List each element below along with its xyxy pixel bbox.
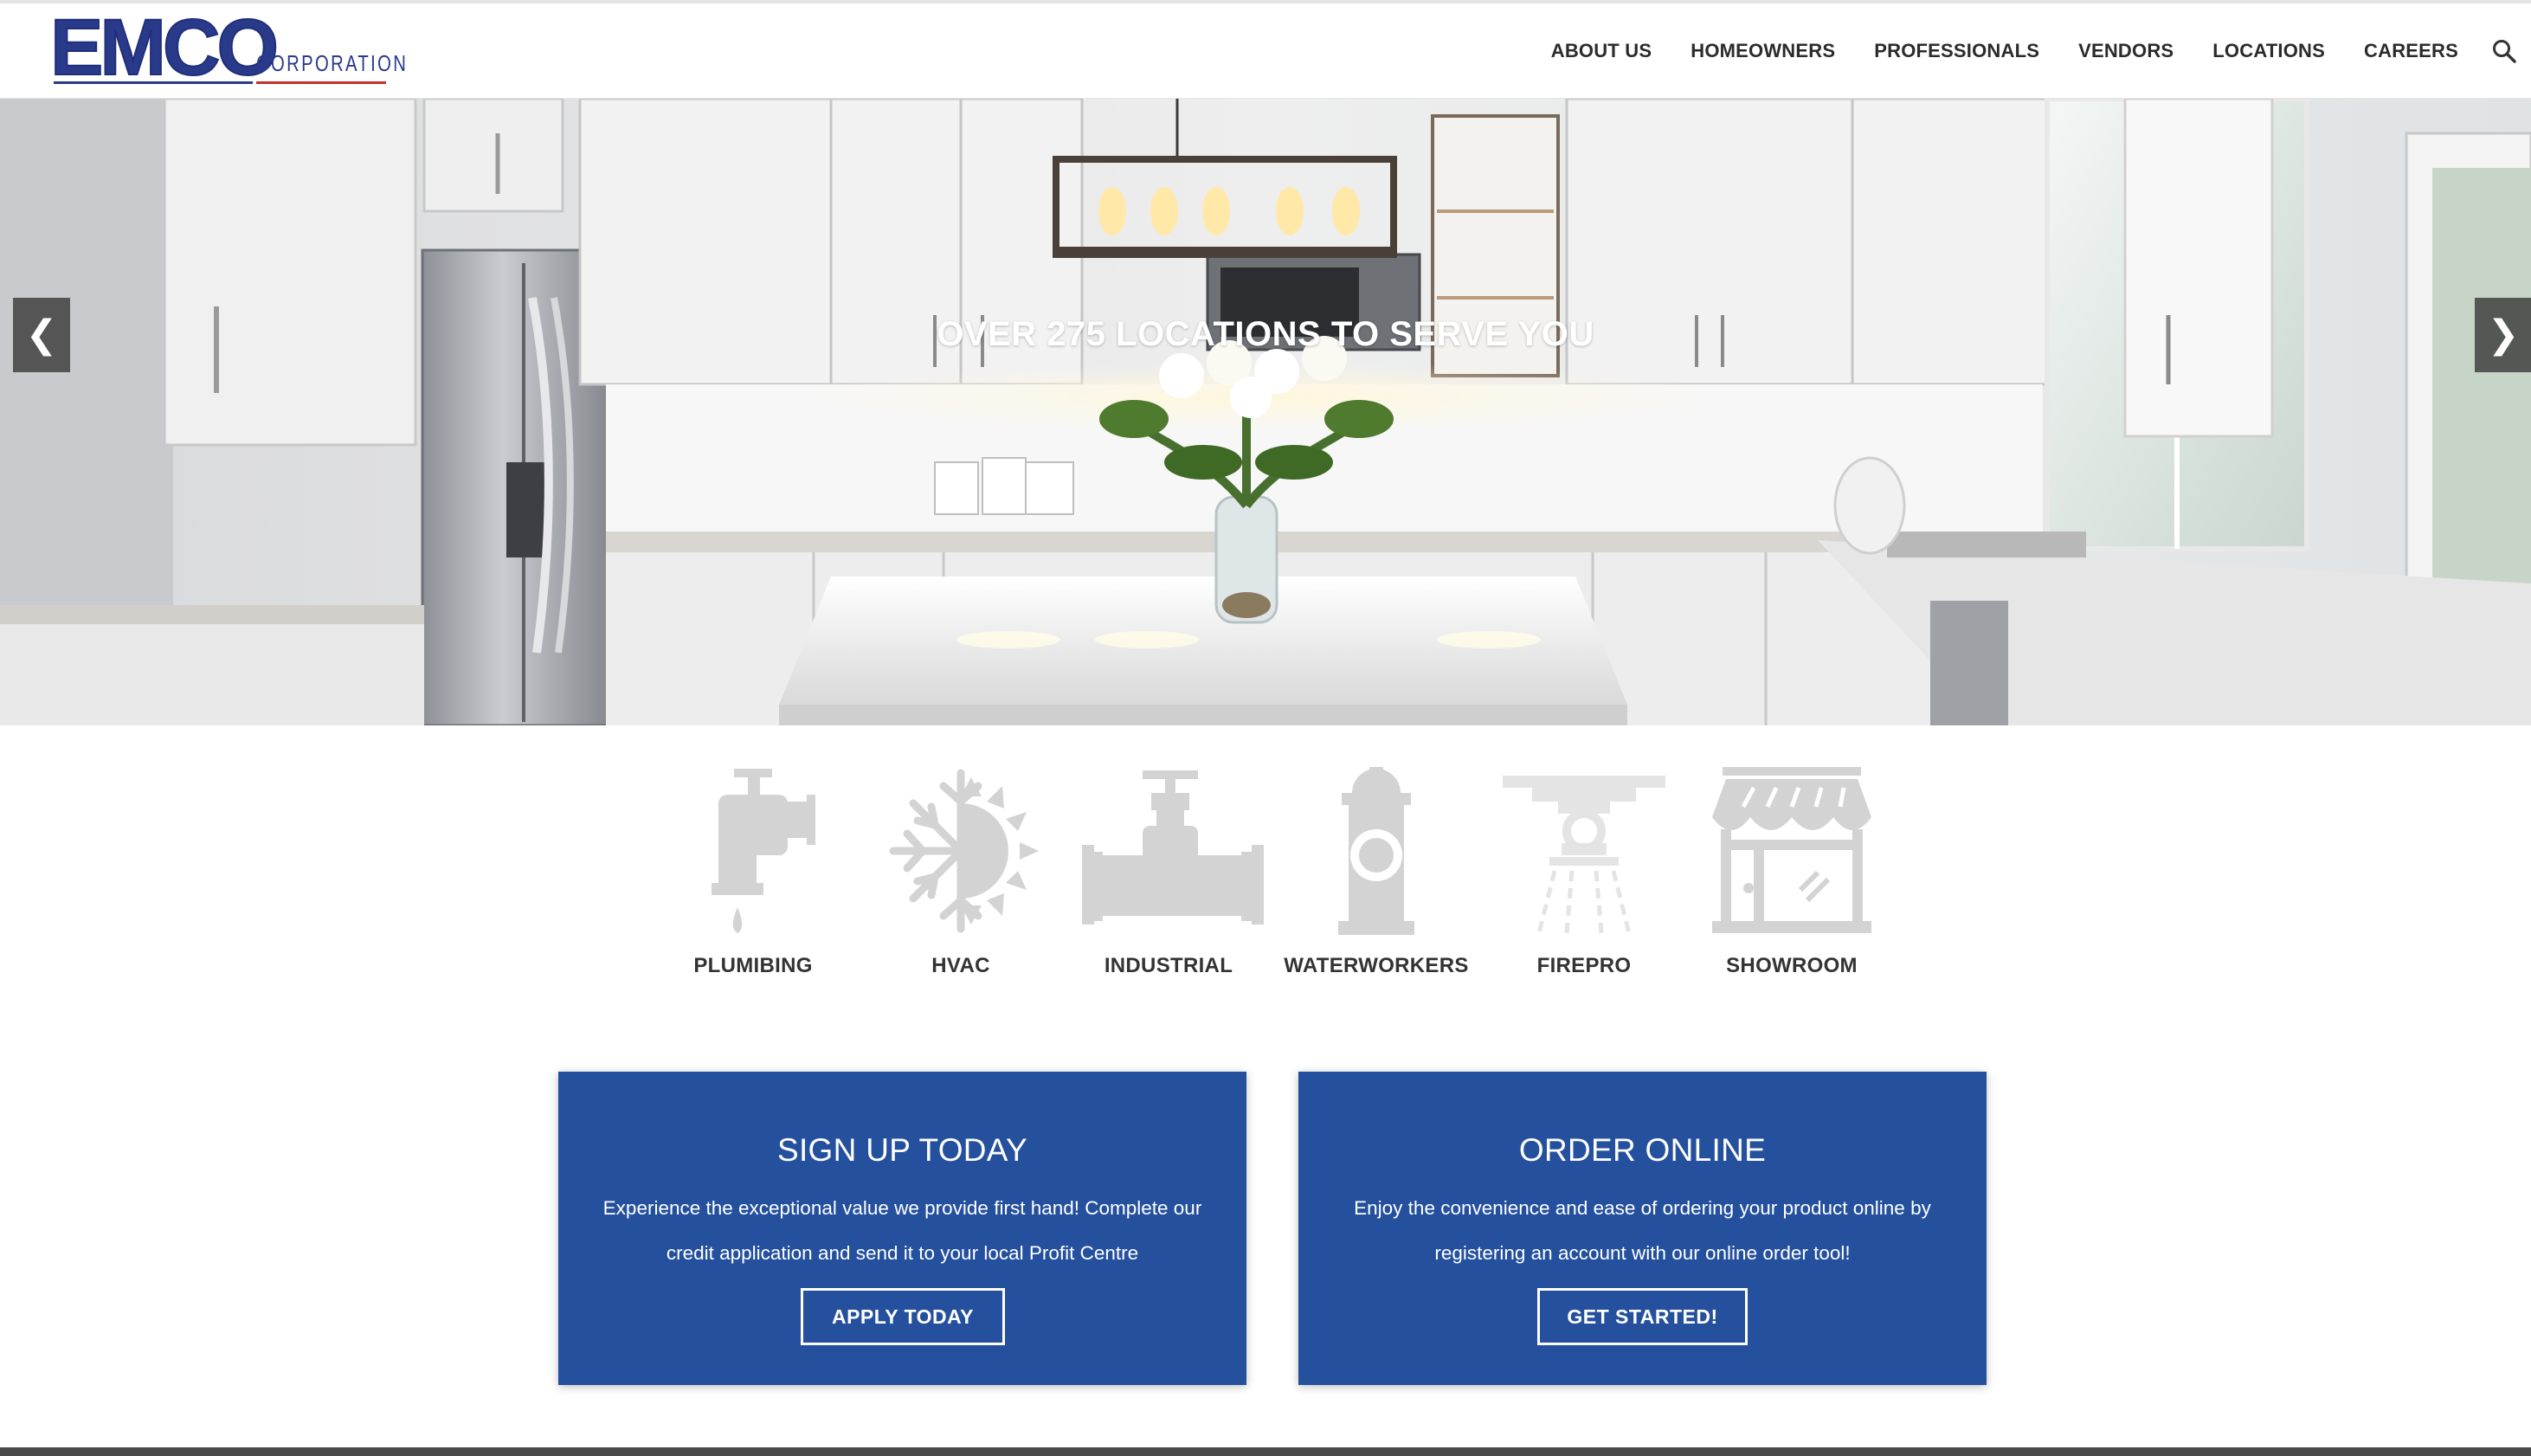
hero-caption: OVER 275 LOCATIONS TO SERVE YOU (937, 315, 1594, 353)
nav-about-us[interactable]: ABOUT US (1551, 40, 1652, 62)
category-label: FIREPRO (1536, 954, 1632, 977)
apply-today-button[interactable]: APPLY TODAY (801, 1288, 1005, 1345)
category-label: PLUMIBING (693, 954, 813, 977)
order-card-title: ORDER ONLINE (1518, 1132, 1767, 1168)
category-label: HVAC (931, 954, 990, 977)
category-waterworkers[interactable]: WATERWORKERS (1272, 753, 1480, 987)
slider-prev-button[interactable]: ❮ (13, 298, 70, 372)
category-label: INDUSTRIAL (1104, 954, 1233, 977)
next-section-edge (0, 1447, 2531, 1456)
category-firepro[interactable]: FIREPRO (1480, 753, 1688, 987)
signup-card-title: SIGN UP TODAY (776, 1132, 1028, 1168)
hero-slider: OVER 275 LOCATIONS TO SERVE YOU ❮ ❯ (0, 99, 2531, 725)
nav-homeowners[interactable]: HOMEOWNERS (1691, 40, 1835, 62)
category-label: SHOWROOM (1726, 954, 1858, 977)
fire-hydrant-icon (1338, 767, 1414, 935)
category-plumbing[interactable]: PLUMIBING (649, 753, 857, 987)
category-icons: PLUMIBING HVAC INDUSTRIAL WATERWORKERS F… (649, 753, 1896, 987)
category-hvac[interactable]: HVAC (857, 753, 1065, 987)
emco-logo[interactable]: EMCO CORPORATION (49, 3, 406, 92)
site-header: EMCO CORPORATION ABOUT US HOMEOWNERS PRO… (0, 3, 2531, 99)
category-industrial[interactable]: INDUSTRIAL (1065, 753, 1272, 987)
hero-kitchen-image (0, 99, 2531, 725)
nav-professionals[interactable]: PROFESSIONALS (1874, 40, 2039, 62)
logo-subtitle: CORPORATION (256, 50, 409, 76)
logo-underline-red (256, 81, 386, 84)
main-nav: ABOUT US HOMEOWNERS PROFESSIONALS VENDOR… (1512, 3, 2458, 99)
logo-wordmark: EMCO (49, 3, 280, 92)
category-label: WATERWORKERS (1284, 954, 1469, 977)
logo-underline-blue (54, 81, 253, 84)
slider-next-button[interactable]: ❯ (2475, 298, 2531, 372)
nav-locations[interactable]: LOCATIONS (2212, 40, 2325, 62)
nav-careers[interactable]: CAREERS (2364, 40, 2458, 62)
nav-vendors[interactable]: VENDORS (2078, 40, 2174, 62)
order-online-card: ORDER ONLINE Enjoy the convenience and e… (1298, 1072, 1987, 1385)
category-showroom[interactable]: SHOWROOM (1688, 753, 1896, 987)
faucet-icon (712, 769, 815, 933)
order-card-text: Enjoy the convenience and ease of orderi… (1354, 1197, 1931, 1264)
snowflake-sun-icon (889, 769, 1039, 933)
search-icon[interactable] (2491, 38, 2517, 64)
get-started-button[interactable]: GET STARTED! (1537, 1288, 1748, 1345)
signup-card: SIGN UP TODAY Experience the exceptional… (558, 1072, 1246, 1385)
signup-card-text: Experience the exceptional value we prov… (602, 1197, 1202, 1264)
storefront-icon (1712, 767, 1871, 933)
pipe-valve-icon (1082, 770, 1264, 924)
sprinkler-icon (1503, 776, 1665, 934)
